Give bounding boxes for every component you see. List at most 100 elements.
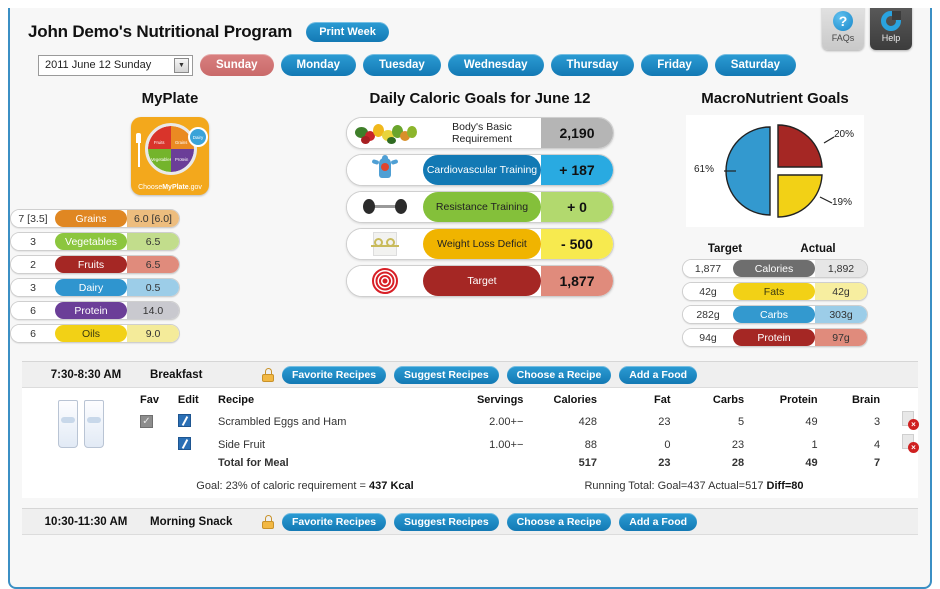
myplate-row-label: Oils <box>55 325 127 342</box>
cell-carbs: 5 <box>737 415 745 428</box>
choose-a-recipe-button[interactable]: Choose a Recipe <box>506 512 612 531</box>
table-row: Side Fruit 1.00+− 88 0 23 1 4 × <box>140 433 919 456</box>
date-select[interactable]: 2011 June 12 Sunday ▼ <box>38 54 193 76</box>
water-glass-icon <box>58 400 78 448</box>
choose-a-recipe-button[interactable]: Choose a Recipe <box>506 365 612 384</box>
macro-row-label: Protein <box>733 329 815 346</box>
myplate-row-oils[interactable]: 6 Oils 9.0 <box>10 324 180 343</box>
day-tab-wednesday[interactable]: Wednesday <box>447 54 544 76</box>
caloric-goals-panel: Daily Caloric Goals for June 12 Body's B… <box>330 90 630 351</box>
add-a-food-button[interactable]: Add a Food <box>619 512 698 531</box>
caloric-goal-rows: Body's Basic Requirement 2,190 Cardiovas… <box>346 117 614 297</box>
lock-icon[interactable] <box>262 514 274 529</box>
day-tab-saturday[interactable]: Saturday <box>714 54 797 76</box>
recipe-name[interactable]: Side Fruit <box>218 433 441 456</box>
quadrant-label-fruits: Fruits <box>154 140 165 145</box>
delete-icon[interactable]: × <box>902 434 919 453</box>
macro-row-target: 1,877 <box>683 260 733 277</box>
faqs-tab[interactable]: ? FAQs <box>822 8 864 50</box>
favorite-recipes-button[interactable]: Favorite Recipes <box>282 512 387 531</box>
myplate-row-left: 2 <box>11 256 55 273</box>
col-header-delete <box>880 394 918 410</box>
day-tab-friday[interactable]: Friday <box>641 54 708 76</box>
col-header-protein: Protein <box>779 394 818 406</box>
meal-running-total: Running Total: Goal=437 Actual=517 Diff=… <box>584 480 804 492</box>
recipe-name[interactable]: Scrambled Eggs and Ham <box>218 410 441 433</box>
cell-carbs: 23 <box>731 438 745 451</box>
page-title: John Demo's Nutritional Program <box>28 22 293 41</box>
meal-name: Morning Snack <box>150 515 233 528</box>
meal-name: Breakfast <box>150 368 203 381</box>
myplate-row-right: 9.0 <box>127 325 179 342</box>
suggest-recipes-button[interactable]: Suggest Recipes <box>394 512 499 531</box>
caloric-row-target: Target 1,877 <box>346 265 614 297</box>
edit-pencil-icon[interactable] <box>177 436 191 450</box>
cell-fat: 0 <box>664 438 671 451</box>
meal-body-breakfast: Fav Edit Recipe Servings Calories Fat Ca… <box>22 388 919 474</box>
col-header-servings: Servings <box>476 394 524 406</box>
myplate-row-label: Fruits <box>55 256 127 273</box>
myplate-row-label: Protein <box>55 302 127 319</box>
food-table: Fav Edit Recipe Servings Calories Fat Ca… <box>140 394 919 470</box>
caloric-row-weight-loss-deficit: Weight Loss Deficit - 500 <box>346 228 614 260</box>
macro-row-actual: 303g <box>815 306 867 323</box>
water-glasses[interactable] <box>22 394 140 470</box>
print-week-button[interactable]: Print Week <box>306 22 389 42</box>
myplate-logo: Fruits Grains Vegetables Protein Dairy C… <box>10 117 330 195</box>
myplate-row-protein[interactable]: 6 Protein 14.0 <box>10 301 180 320</box>
cell-fat: 23 <box>658 415 671 428</box>
macro-row-label: Calories <box>733 260 815 277</box>
macro-row-calories: 1,877 Calories 1,892 <box>682 259 868 278</box>
macro-rows: 1,877 Calories 1,892 42g Fats 42g 282g C… <box>682 259 868 347</box>
total-protein: 49 <box>805 457 818 469</box>
macro-row-label: Carbs <box>733 306 815 323</box>
myplate-row-label: Vegetables <box>55 233 127 250</box>
day-tab-monday[interactable]: Monday <box>280 54 356 76</box>
add-a-food-button[interactable]: Add a Food <box>619 365 698 384</box>
col-header-recipe: Recipe <box>218 394 255 406</box>
day-tab-tuesday[interactable]: Tuesday <box>363 54 441 76</box>
fork-icon <box>136 133 141 167</box>
day-tab-sunday[interactable]: Sunday <box>200 54 274 76</box>
macronutrient-panel: MacroNutrient Goals 20% 19% 61% Target A… <box>630 90 920 351</box>
quadrant-label-vegetables: Vegetables <box>151 157 172 162</box>
myplate-row-right: 6.0 [6.0] <box>127 210 179 227</box>
help-tab[interactable]: Help <box>870 8 912 50</box>
cell-protein: 1 <box>811 438 818 451</box>
col-header-fav: Fav <box>140 394 159 406</box>
meal-section-breakfast: 7:30-8:30 AM Breakfast Favorite Recipes … <box>22 361 919 498</box>
macro-row-target: 94g <box>683 329 733 346</box>
caloric-row-label: Target <box>423 266 541 296</box>
servings-stepper[interactable]: 2.00+− <box>441 410 523 433</box>
meal-time: 7:30-8:30 AM <box>50 368 122 381</box>
servings-minus[interactable]: − <box>517 439 523 451</box>
favorite-checkbox[interactable]: ✓ <box>140 415 153 428</box>
myplate-row-label: Dairy <box>55 279 127 296</box>
caloric-row-value: + 187 <box>541 155 613 185</box>
servings-minus[interactable]: − <box>517 416 523 428</box>
favorite-recipes-button[interactable]: Favorite Recipes <box>282 365 387 384</box>
myplate-row-fruits[interactable]: 2 Fruits 6.5 <box>10 255 180 274</box>
suggest-recipes-button[interactable]: Suggest Recipes <box>394 365 499 384</box>
myplate-row-right: 6.5 <box>127 233 179 250</box>
myplate-row-left: 6 <box>11 302 55 319</box>
dumbbell-icon <box>347 192 423 222</box>
top-tab-group: ? FAQs Help <box>822 8 912 50</box>
delete-icon[interactable]: × <box>902 411 919 430</box>
water-glass-icon <box>84 400 104 448</box>
macro-row-actual: 97g <box>815 329 867 346</box>
myplate-row-grains[interactable]: 7 [3.5] Grains 6.0 [6.0] <box>10 209 180 228</box>
myplate-row-right: 14.0 <box>127 302 179 319</box>
myplate-row-dairy[interactable]: 3 Dairy 0.5 <box>10 278 180 297</box>
cell-protein: 49 <box>805 415 818 428</box>
day-tab-thursday[interactable]: Thursday <box>550 54 635 76</box>
myplate-row-vegetables[interactable]: 3 Vegetables 6.5 <box>10 232 180 251</box>
caloric-row-basic-requirement: Body's Basic Requirement 2,190 <box>346 117 614 149</box>
servings-stepper[interactable]: 1.00+− <box>441 433 523 456</box>
meal-goal-value: 437 Kcal <box>369 480 414 492</box>
edit-pencil-icon[interactable] <box>177 413 191 427</box>
total-brain: 7 <box>873 457 881 469</box>
pie-label-fats: 19% <box>832 197 853 208</box>
caloric-row-resistance-training: Resistance Training + 0 <box>346 191 614 223</box>
lock-icon[interactable] <box>262 367 274 382</box>
